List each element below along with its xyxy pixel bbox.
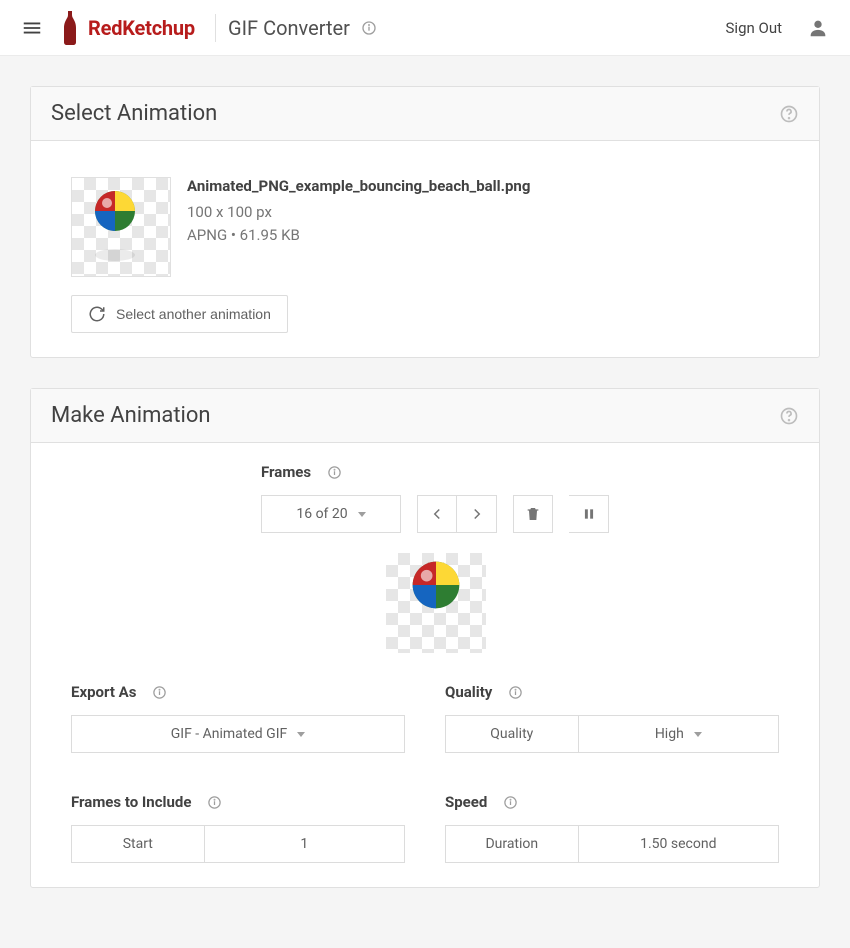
bottle-icon bbox=[60, 11, 80, 45]
help-icon[interactable] bbox=[779, 104, 799, 124]
menu-icon bbox=[21, 17, 43, 39]
frames-label-row: Frames bbox=[261, 463, 779, 481]
pause-icon bbox=[582, 507, 596, 521]
page-title: GIF Converter bbox=[224, 16, 354, 40]
chevron-down-icon bbox=[358, 512, 366, 517]
select-another-button[interactable]: Select another animation bbox=[71, 295, 288, 333]
file-row: Animated_PNG_example_bouncing_beach_ball… bbox=[71, 161, 779, 295]
app-header: RedKetchup GIF Converter Sign Out bbox=[0, 0, 850, 56]
file-type-size: APNG • 61.95 KB bbox=[187, 224, 530, 247]
chevron-right-icon bbox=[468, 505, 486, 523]
frames-controls: 16 of 20 bbox=[261, 495, 779, 533]
chevron-down-icon bbox=[694, 732, 702, 737]
panel-title: Select Animation bbox=[51, 101, 217, 126]
export-as-label: Export As bbox=[71, 683, 136, 701]
chevron-down-icon bbox=[297, 732, 305, 737]
duration-label: Duration bbox=[445, 825, 579, 863]
pause-button[interactable] bbox=[569, 495, 609, 533]
panel-title: Make Animation bbox=[51, 403, 211, 428]
divider bbox=[215, 14, 216, 42]
panel-header: Make Animation bbox=[31, 389, 819, 443]
frame-select[interactable]: 16 of 20 bbox=[261, 495, 401, 533]
next-frame-button[interactable] bbox=[457, 495, 497, 533]
help-icon[interactable] bbox=[779, 406, 799, 426]
export-as-select[interactable]: GIF - Animated GIF bbox=[71, 715, 405, 753]
beachball-icon bbox=[91, 187, 151, 267]
menu-button[interactable] bbox=[8, 4, 56, 52]
content: Select Animation bbox=[0, 56, 850, 948]
info-icon[interactable] bbox=[506, 683, 524, 701]
info-icon[interactable] bbox=[501, 793, 519, 811]
frames-label: Frames bbox=[261, 463, 311, 481]
quality-cell-label: Quality bbox=[445, 715, 579, 753]
info-icon[interactable] bbox=[325, 463, 343, 481]
quality-label: Quality bbox=[445, 683, 492, 701]
export-as-field: Export As GIF - Animated GIF bbox=[71, 683, 405, 753]
speed-label: Speed bbox=[445, 793, 487, 811]
quality-value: High bbox=[655, 726, 684, 742]
duration-input[interactable]: 1.50 second bbox=[579, 825, 779, 863]
panel-header: Select Animation bbox=[31, 87, 819, 141]
beachball-icon bbox=[408, 557, 464, 613]
frame-nav-group bbox=[417, 495, 497, 533]
frames-start-input[interactable]: 1 bbox=[205, 825, 405, 863]
animation-thumbnail bbox=[71, 177, 171, 277]
select-another-label: Select another animation bbox=[116, 306, 271, 322]
file-dimensions: 100 x 100 px bbox=[187, 201, 530, 224]
info-icon[interactable] bbox=[360, 19, 378, 37]
sign-out-link[interactable]: Sign Out bbox=[714, 11, 794, 45]
select-animation-panel: Select Animation bbox=[30, 86, 820, 358]
options-grid: Export As GIF - Animated GIF bbox=[71, 683, 779, 863]
frames-include-field: Frames to Include Start 1 bbox=[71, 793, 405, 863]
file-name: Animated_PNG_example_bouncing_beach_ball… bbox=[187, 177, 530, 195]
export-as-value: GIF - Animated GIF bbox=[171, 726, 288, 742]
reload-icon bbox=[88, 305, 106, 323]
brand-logo[interactable]: RedKetchup bbox=[56, 11, 207, 45]
file-meta: Animated_PNG_example_bouncing_beach_ball… bbox=[187, 177, 530, 248]
frame-position: 16 of 20 bbox=[296, 506, 347, 522]
frame-preview bbox=[386, 553, 486, 653]
frames-start-label: Start bbox=[71, 825, 205, 863]
profile-button[interactable] bbox=[794, 4, 842, 52]
info-icon[interactable] bbox=[205, 793, 223, 811]
make-animation-panel: Make Animation Frames 16 of 20 bbox=[30, 388, 820, 888]
frames-include-label: Frames to Include bbox=[71, 793, 191, 811]
info-icon[interactable] bbox=[150, 683, 168, 701]
chevron-left-icon bbox=[428, 505, 446, 523]
quality-field: Quality Quality High bbox=[445, 683, 779, 753]
speed-field: Speed Duration 1.50 second bbox=[445, 793, 779, 863]
frames-area: Frames 16 of 20 bbox=[261, 463, 779, 653]
trash-icon bbox=[525, 506, 541, 522]
quality-select[interactable]: High bbox=[579, 715, 779, 753]
profile-icon bbox=[807, 17, 829, 39]
delete-frame-button[interactable] bbox=[513, 495, 553, 533]
prev-frame-button[interactable] bbox=[417, 495, 457, 533]
brand-name: RedKetchup bbox=[88, 16, 195, 40]
